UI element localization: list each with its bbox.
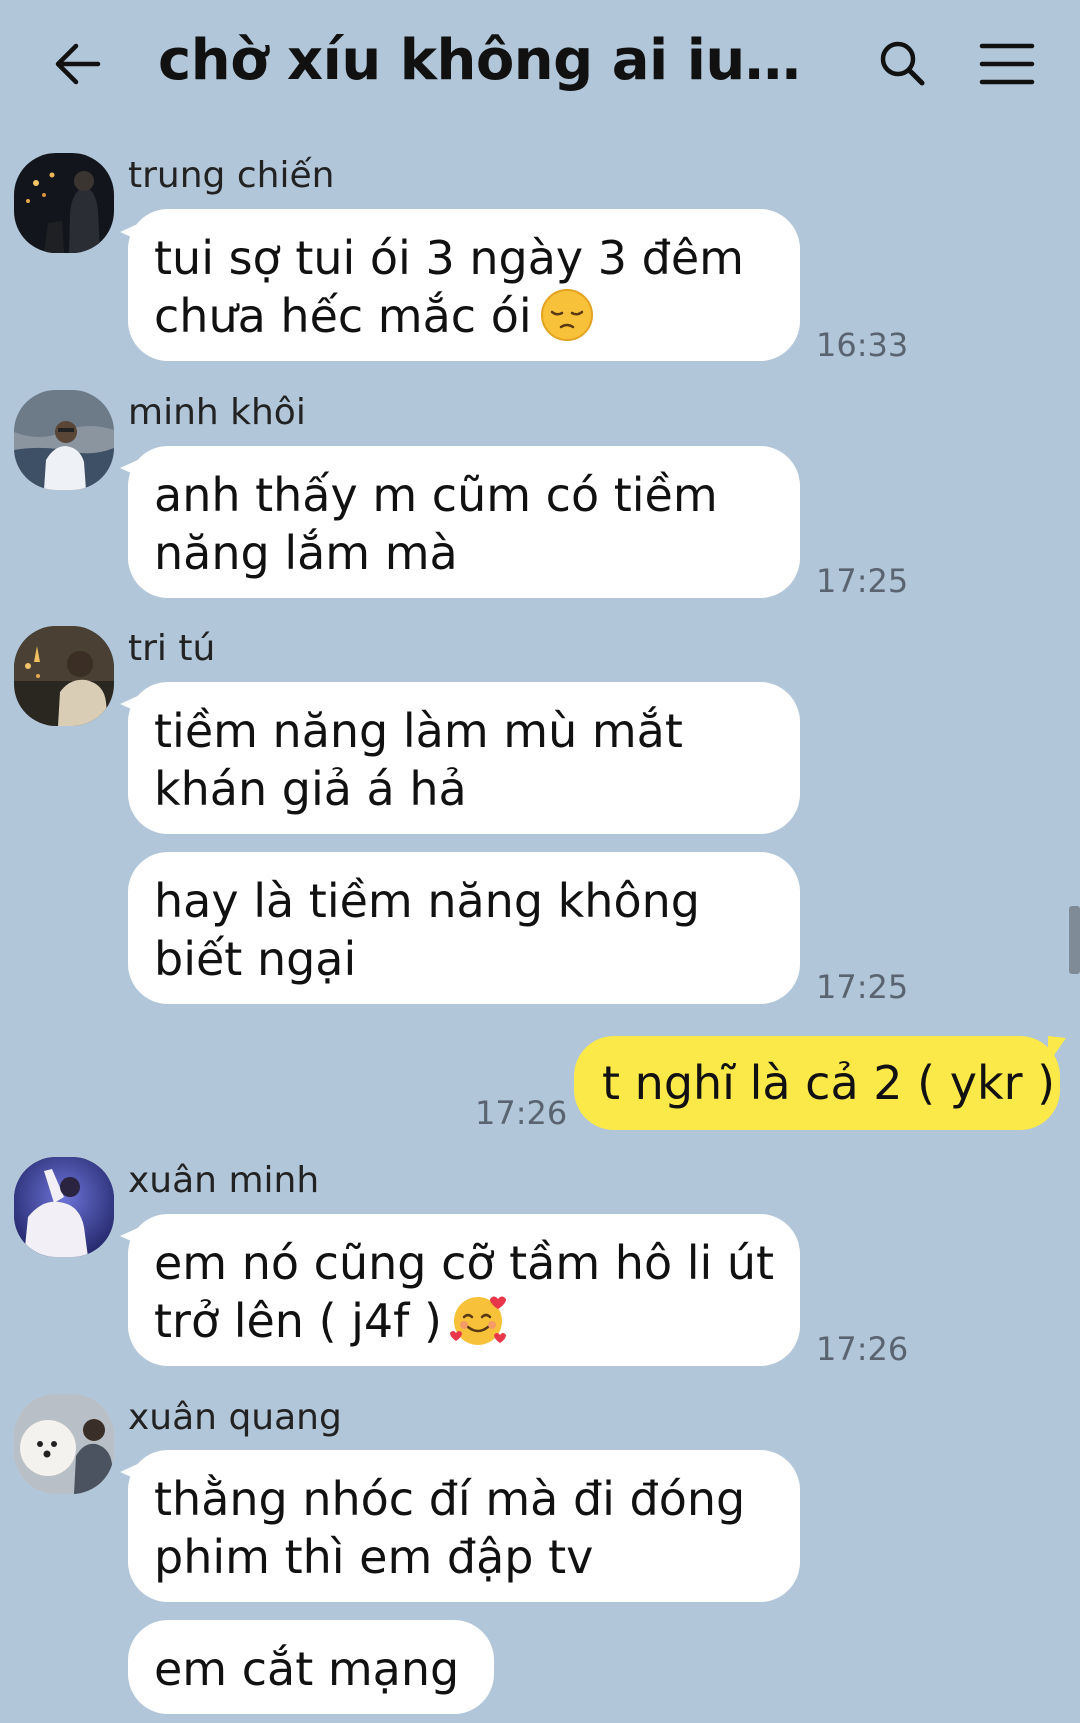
message-text: anh thấy m cũm có tiềm: [154, 468, 718, 522]
timestamp: 17:26: [475, 1094, 568, 1132]
message-text: hay là tiềm năng không: [154, 874, 700, 928]
message-text: phim thì em đập tv: [154, 1530, 594, 1584]
message-text: t nghĩ là cả 2 ( ykr ): [602, 1056, 1056, 1110]
sender-name: xuân quang: [128, 1397, 342, 1438]
timestamp: 17:26: [816, 1330, 909, 1368]
search-button[interactable]: [874, 36, 930, 92]
sender-name: minh khôi: [128, 392, 306, 433]
message-bubble[interactable]: tiềm năng làm mù mắt khán giả á hả: [128, 682, 800, 834]
back-button[interactable]: [50, 36, 106, 92]
message-text: năng lắm mà: [154, 526, 458, 580]
message-bubble[interactable]: thằng nhóc đí mà đi đóng phim thì em đập…: [128, 1450, 800, 1602]
message-bubble[interactable]: anh thấy m cũm có tiềm năng lắm mà: [128, 446, 800, 598]
bubble-tail: [1048, 1036, 1066, 1064]
chat-header: chờ xíu không ai iu em...: [0, 0, 1080, 130]
pensive-face-emoji: [540, 288, 594, 342]
message-bubble[interactable]: hay là tiềm năng không biết ngại: [128, 852, 800, 1004]
sender-name: xuân minh: [128, 1160, 320, 1201]
chat-title[interactable]: chờ xíu không ai iu em...: [158, 28, 818, 93]
message-text: em cắt mạng: [154, 1642, 460, 1696]
message-text: biết ngại: [154, 932, 357, 986]
sender-name: trung chiến: [128, 155, 335, 196]
avatar[interactable]: [14, 626, 114, 726]
message-text: tui sợ tui ói 3 ngày 3 đêm: [154, 231, 744, 285]
sender-name: tri tú: [128, 628, 216, 669]
search-icon: [880, 41, 925, 86]
timestamp: 17:25: [816, 968, 909, 1006]
avatar[interactable]: [14, 390, 114, 490]
timestamp: 17:25: [816, 562, 909, 600]
arrow-left-icon: [55, 43, 101, 85]
menu-button[interactable]: [978, 38, 1036, 90]
message-text: chưa hếc mắc ói: [154, 287, 772, 345]
smiling-face-with-hearts-emoji: [449, 1293, 506, 1347]
message-bubble[interactable]: em cắt mạng: [128, 1620, 494, 1714]
scrollbar-thumb[interactable]: [1069, 906, 1080, 974]
message-text: khán giả á hả: [154, 762, 467, 816]
avatar[interactable]: [14, 153, 114, 253]
message-bubble[interactable]: tui sợ tui ói 3 ngày 3 đêm chưa hếc mắc …: [128, 209, 800, 361]
message-text: thằng nhóc đí mà đi đóng: [154, 1472, 746, 1526]
avatar[interactable]: [14, 1157, 114, 1257]
message-bubble[interactable]: em nó cũng cỡ tầm hô li út trở lên ( j4f…: [128, 1214, 800, 1366]
avatar[interactable]: [14, 1394, 114, 1494]
message-bubble-outgoing[interactable]: t nghĩ là cả 2 ( ykr ): [574, 1036, 1060, 1130]
message-text: em nó cũng cỡ tầm hô li út: [154, 1236, 775, 1290]
message-text: trở lên ( j4f ): [154, 1292, 772, 1350]
message-text: tiềm năng làm mù mắt: [154, 704, 683, 758]
hamburger-menu-icon: [979, 43, 1035, 85]
timestamp: 16:33: [816, 326, 909, 364]
